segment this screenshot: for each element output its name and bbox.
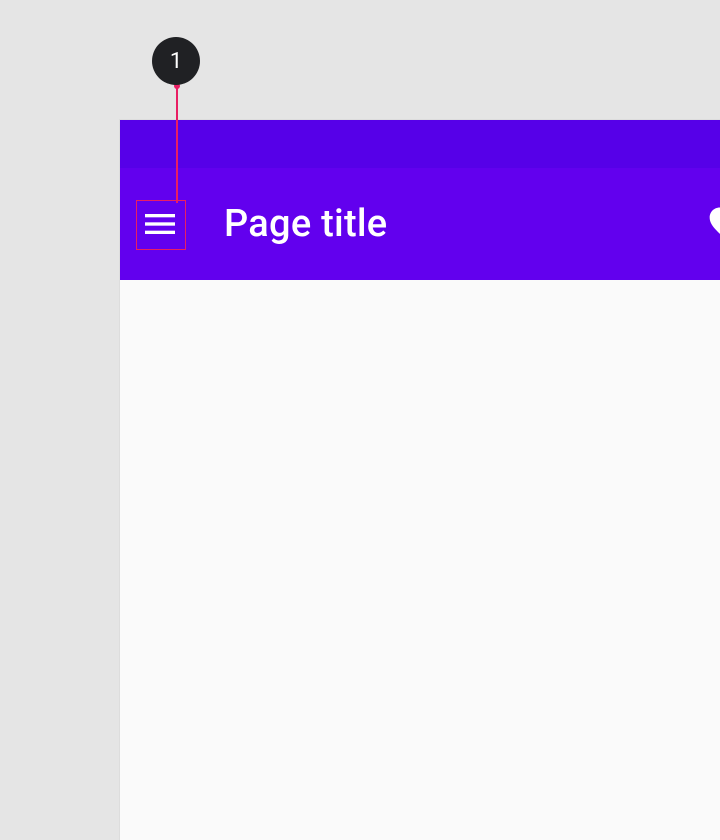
callout-number: 1 xyxy=(170,49,182,74)
heart-icon xyxy=(706,202,720,246)
content-area xyxy=(120,280,720,840)
menu-icon xyxy=(140,204,180,244)
page-title: Page title xyxy=(184,202,704,246)
nav-menu-button[interactable] xyxy=(136,200,184,248)
status-bar xyxy=(120,120,720,168)
device-frame: Page title xyxy=(120,120,720,840)
action-group xyxy=(704,200,720,248)
callout-leader-line xyxy=(176,85,178,203)
favorite-button[interactable] xyxy=(704,200,720,248)
callout-badge: 1 xyxy=(152,37,200,85)
app-bar: Page title xyxy=(120,168,720,280)
